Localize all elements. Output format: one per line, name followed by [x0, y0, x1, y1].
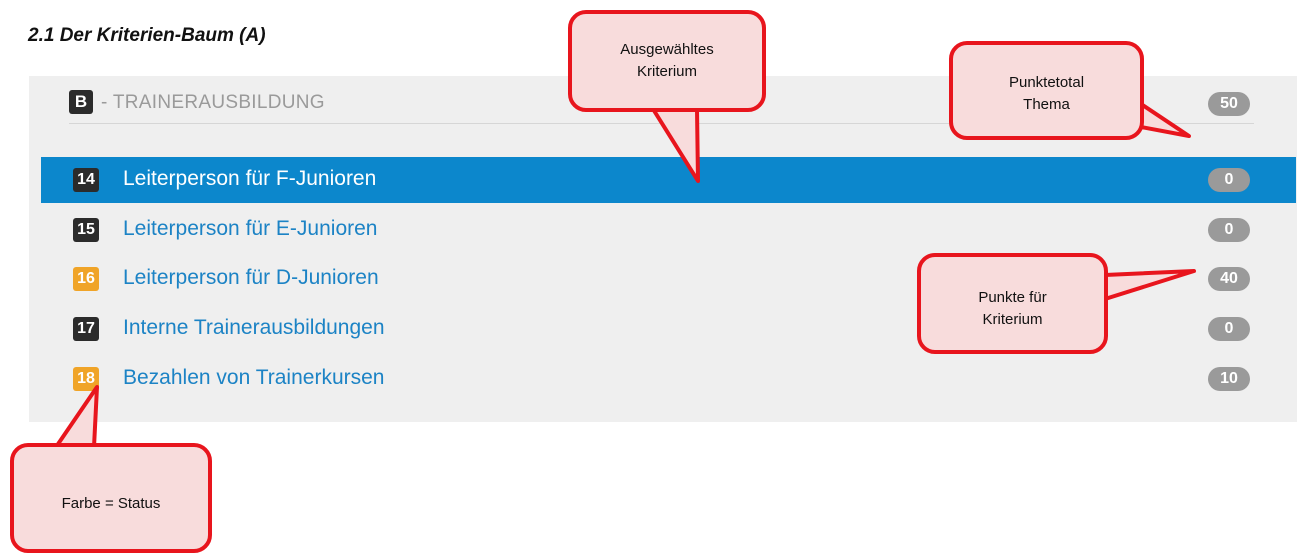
callout-tail-selected: [651, 107, 700, 183]
callout-status-text: Farbe = Status: [61, 495, 161, 512]
callout-tail-criterion-points: [1103, 269, 1196, 301]
callout-criterion-points: Punkte für Kriterium: [917, 253, 1108, 354]
callout-topic-total-line2: Thema: [1023, 96, 1070, 113]
callout-status: Farbe = Status: [10, 443, 212, 553]
callout-criterion-points-line1: Punkte für: [978, 289, 1047, 306]
callout-selected-criterion: Ausgewähltes Kriterium: [568, 10, 766, 112]
callout-topic-total-line1: Punktetotal: [1008, 74, 1085, 91]
callout-tail-topic-total: [1139, 102, 1191, 138]
callout-selected-line2: Kriterium: [636, 63, 697, 80]
callout-tail-status: [54, 385, 99, 449]
callout-selected-line1: Ausgewähltes: [620, 41, 714, 58]
callout-criterion-points-line2: Kriterium: [982, 311, 1043, 328]
callout-topic-total: Punktetotal Thema: [949, 41, 1144, 140]
